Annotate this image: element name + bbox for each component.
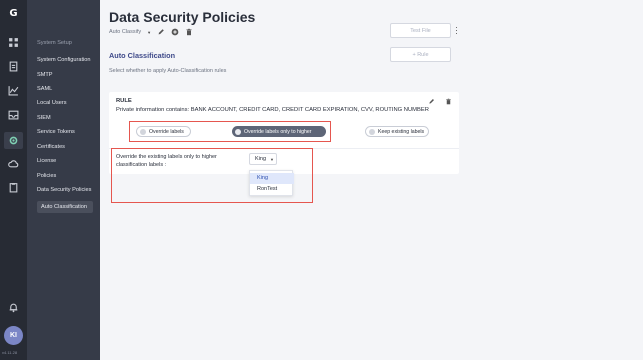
- trash-icon[interactable]: [185, 28, 193, 36]
- dropdown-option-king[interactable]: King: [250, 173, 294, 184]
- sidebar-subitem-auto-classification[interactable]: Auto Classification: [37, 201, 93, 213]
- dropdown-option-rontest[interactable]: RonTest: [250, 184, 294, 195]
- policy-toolbar: Auto Classify ▼: [109, 28, 193, 36]
- classification-dropdown-menu: King RonTest: [249, 170, 294, 196]
- bell-icon[interactable]: [6, 300, 21, 315]
- avatar[interactable]: KI: [4, 326, 23, 345]
- sidebar-item-certificates[interactable]: Certificates: [37, 144, 65, 150]
- document-icon[interactable]: [6, 59, 21, 74]
- chevron-down-icon: ▼: [270, 156, 274, 162]
- sidebar-item-siem[interactable]: SIEM: [37, 115, 51, 121]
- version-label: v4.11.28: [2, 350, 18, 355]
- sidebar-item-system-configuration[interactable]: System Configuration: [37, 57, 90, 63]
- policy-select[interactable]: Auto Classify: [109, 29, 141, 35]
- icon-rail: G KI v4.11.28: [0, 0, 27, 360]
- clipboard-icon[interactable]: [6, 180, 21, 195]
- inbox-icon[interactable]: [6, 107, 21, 122]
- keep-existing-labels-option[interactable]: Keep existing labels: [365, 126, 429, 137]
- pencil-icon[interactable]: [157, 28, 165, 36]
- chart-icon[interactable]: [6, 83, 21, 98]
- gear-icon[interactable]: [4, 132, 23, 149]
- rule-description: Private information contains: BANK ACCOU…: [116, 107, 429, 113]
- radio-dot-icon: [369, 128, 375, 135]
- options-highlight-box: [129, 121, 331, 142]
- sidebar-item-license[interactable]: License: [37, 158, 56, 164]
- sidebar-item-data-security-policies[interactable]: Data Security Policies: [37, 187, 91, 193]
- delete-rule-icon[interactable]: [445, 98, 452, 105]
- section-description: Select whether to apply Auto-Classificat…: [109, 68, 227, 74]
- cloud-icon[interactable]: [6, 156, 21, 171]
- sidebar-item-policies[interactable]: Policies: [37, 173, 56, 179]
- sidebar-item-saml[interactable]: SAML: [37, 86, 52, 92]
- add-rule-button[interactable]: + Rule: [390, 47, 451, 62]
- rule-label: RULE: [116, 98, 132, 104]
- sidebar-item-smtp[interactable]: SMTP: [37, 72, 53, 78]
- sidebar-section-title: System Setup: [37, 40, 72, 46]
- classification-level-select[interactable]: King ▼: [249, 153, 277, 165]
- page-title: Data Security Policies: [109, 9, 256, 25]
- test-file-button[interactable]: Test File: [390, 23, 451, 38]
- chevron-down-icon[interactable]: ▼: [147, 30, 151, 35]
- logo-icon[interactable]: G: [6, 6, 21, 21]
- section-title: Auto Classification: [109, 51, 176, 60]
- grid-icon[interactable]: [6, 35, 21, 50]
- override-description: Override the existing labels only to hig…: [116, 154, 217, 168]
- more-options-icon[interactable]: · · ·: [455, 23, 460, 38]
- sidebar-item-service-tokens[interactable]: Service Tokens: [37, 129, 75, 135]
- edit-rule-icon[interactable]: [428, 98, 435, 105]
- add-circle-icon[interactable]: [171, 28, 179, 36]
- sidebar-item-local-users[interactable]: Local Users: [37, 100, 67, 106]
- settings-sidebar: System Setup System Configuration SMTP S…: [27, 0, 100, 360]
